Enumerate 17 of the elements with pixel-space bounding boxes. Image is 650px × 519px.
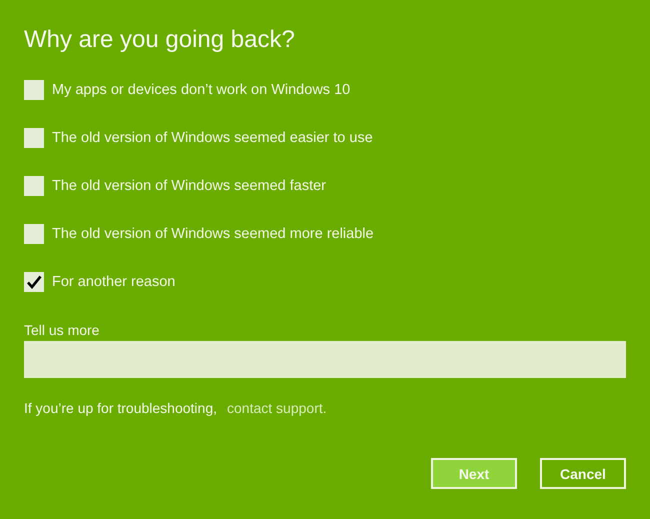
input-field[interactable] (24, 341, 626, 378)
checkbox-label: For another reason (52, 274, 176, 290)
support-link[interactable]: contact support. (227, 400, 327, 416)
primary-button[interactable]: Next (431, 458, 517, 489)
checkbox-label: My apps or devices don’t work on Windows 10 (52, 82, 350, 98)
checkbox[interactable] (24, 272, 44, 292)
checkbox-label: The old version of Windows seemed easier to use (52, 130, 373, 146)
field-label: Tell us more (24, 322, 100, 338)
checkbox-label: The old version of Windows seemed more reliable (52, 226, 374, 242)
help-text: If you’re up for troubleshooting, (24, 400, 218, 416)
checkbox[interactable] (24, 176, 44, 196)
checkbox[interactable] (24, 80, 44, 100)
secondary-button[interactable]: Cancel (540, 458, 626, 489)
checkbox-label: The old version of Windows seemed faster (52, 178, 326, 194)
dialog-title: Why are you going back? (24, 25, 296, 55)
checkbox[interactable] (24, 224, 44, 244)
checkbox[interactable] (24, 128, 44, 148)
